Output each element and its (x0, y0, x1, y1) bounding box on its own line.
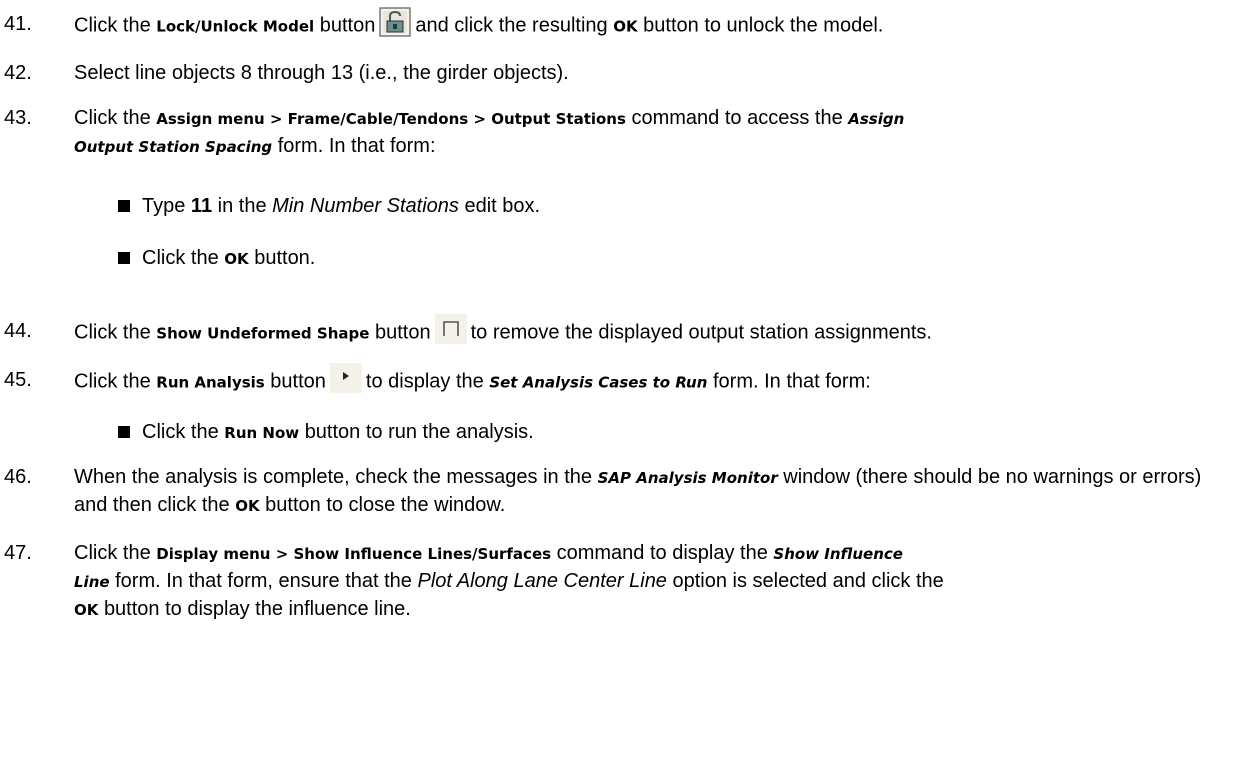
step-text: Select line objects 8 through 13 (i.e., … (74, 62, 569, 84)
padlock-icon (379, 7, 412, 37)
command-show-undeformed-shape: Show Undeformed Shape (156, 324, 370, 343)
form-name: Line (74, 573, 110, 591)
step-number: 45. (4, 369, 32, 391)
bullet-square-icon (118, 252, 130, 264)
option-name: Plot Along Lane Center Line (417, 570, 667, 592)
step-number: 42. (4, 62, 32, 84)
step-number: 47. (4, 542, 32, 564)
step-number: 43. (4, 107, 32, 129)
run-analysis-icon (329, 363, 362, 393)
ok-label: OK (613, 17, 638, 36)
step-number: 46. (4, 466, 32, 488)
command-assign-output-stations: Assign menu > Frame/Cable/Tendons > Outp… (156, 110, 626, 128)
step-number: 41. (4, 13, 32, 35)
ok-label: OK (235, 497, 260, 515)
form-name: Set Analysis Cases to Run (489, 373, 708, 392)
bullet-square-icon (118, 426, 130, 438)
form-name: Show Influence (773, 545, 903, 563)
ok-label: OK (74, 601, 99, 619)
form-name: Assign (848, 110, 905, 128)
undeformed-shape-icon (434, 314, 467, 344)
bullet-square-icon (118, 200, 130, 212)
step-number: 44. (4, 320, 32, 342)
form-name: Output Station Spacing (74, 138, 273, 156)
form-name: SAP Analysis Monitor (597, 469, 778, 487)
command-lock-unlock-model: Lock/Unlock Model (156, 17, 315, 36)
command-run-analysis: Run Analysis (156, 373, 265, 392)
command-show-influence-lines: Display menu > Show Influence Lines/Surf… (156, 545, 552, 563)
